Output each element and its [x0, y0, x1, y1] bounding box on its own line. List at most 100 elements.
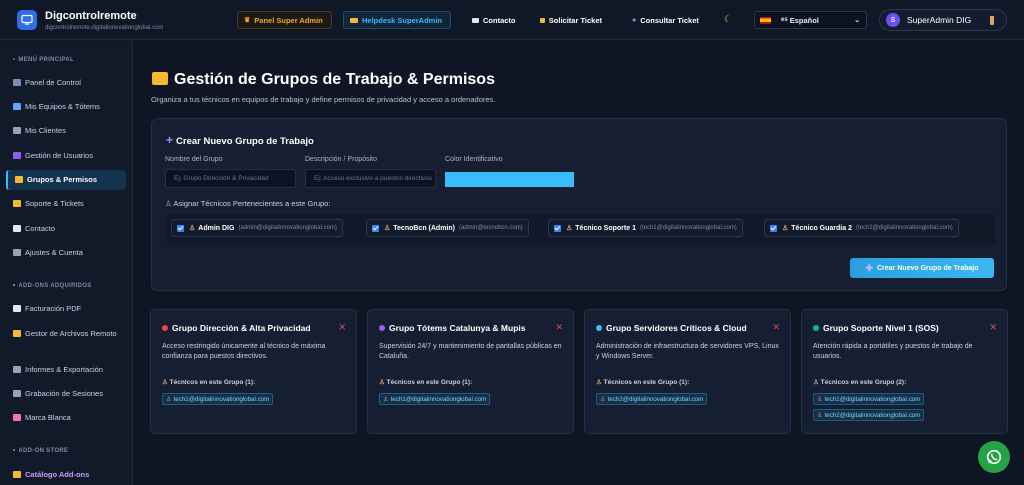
logout-icon[interactable]	[990, 16, 994, 25]
member-chip: ♙ tech1@digitalinnovationglobal.com	[162, 393, 274, 405]
delete-group-icon[interactable]: ✕	[772, 322, 780, 333]
technician-icon: ♙	[379, 379, 387, 386]
store-icon: •	[13, 448, 16, 454]
addon-icon	[13, 330, 21, 337]
technician-icon: ♙	[600, 395, 606, 403]
language-select[interactable]: es Español ⌄	[754, 11, 867, 29]
color-label: Color Identificativo	[445, 156, 503, 163]
user-menu[interactable]: S SuperAdmin DIG	[879, 9, 1007, 31]
sparkle-icon	[13, 471, 21, 478]
checkbox-icon[interactable]	[177, 224, 184, 232]
group-description: Atención rápida a portátiles y puestos d…	[813, 343, 973, 360]
member-chip: ♙ tech1@digitalinnovationglobal.com	[813, 393, 925, 405]
chevron-down-icon: ⌄	[854, 17, 860, 24]
sidebar-item-6[interactable]: Contacto	[6, 219, 126, 239]
group-description: Administración de infraestructura de ser…	[596, 343, 779, 360]
page-subtitle: Organiza a tus técnicos en equipos de tr…	[151, 95, 496, 104]
puzzle-icon: •	[13, 283, 16, 289]
sidebar-item-catalog[interactable]: Catálogo Add-ons	[6, 465, 126, 485]
sidebar-item-3[interactable]: Gestión de Usuarios	[6, 146, 126, 166]
request-ticket-link[interactable]: Solicitar Ticket	[534, 11, 608, 29]
addon-icon	[13, 305, 21, 312]
technician-icon: ♙	[384, 225, 391, 232]
folder-icon	[152, 72, 168, 85]
whatsapp-icon[interactable]	[978, 441, 1010, 473]
assign-label: ♙ Asignar Técnicos Pertenecientes a este…	[165, 199, 331, 208]
sidebar-addon-2[interactable]: Informes & Exportación	[6, 360, 126, 380]
menu-icon	[13, 249, 21, 256]
group-card: Grupo Tótems Catalunya & Mupis ✕ Supervisi…	[367, 309, 574, 434]
description-input[interactable]: Ej: Acceso exclusivo a puestos directivo…	[305, 169, 436, 188]
contact-link[interactable]: Contacto	[466, 11, 522, 29]
menu-icon	[15, 176, 23, 183]
technician-checkbox-2[interactable]: ♙ Técnico Soporte 1 (tech1@digitalinnovati…	[548, 219, 743, 237]
sidebar-addon-4[interactable]: Marca Blanca	[6, 408, 126, 428]
group-card: Grupo Soporte Nivel 1 (SOS) ✕ Atención ráp…	[801, 309, 1008, 434]
technician-icon: ♙	[566, 225, 573, 232]
brand-name[interactable]: Digcontrolremote	[45, 10, 137, 22]
monitor-logo-icon[interactable]	[17, 10, 37, 30]
group-description: Acceso restringido únicamente al técnico…	[162, 343, 326, 360]
create-group-button[interactable]: ✚ Crear Nuevo Grupo de Trabajo	[850, 258, 994, 278]
group-title: Grupo Soporte Nivel 1 (SOS)	[813, 323, 939, 333]
checkbox-icon[interactable]	[554, 224, 561, 232]
sidebar-item-7[interactable]: Ajustes & Cuenta	[6, 243, 126, 263]
group-card: Grupo Servidores Críticos & Cloud ✕ Admini…	[584, 309, 791, 434]
technician-icon: ♙	[813, 379, 821, 386]
technician-checkbox-0[interactable]: ♙ Admin DIG (admin@digitalinnovationglobal…	[171, 219, 343, 237]
form-title: + Crear Nuevo Grupo de Trabajo	[166, 133, 314, 147]
group-members-label: ♙ Técnicos en este Grupo (1):	[596, 379, 690, 386]
crown-icon: ♛	[244, 17, 251, 24]
sidebar-item-0[interactable]: Panel de Control	[6, 73, 126, 93]
technician-icon: ♙	[596, 379, 604, 386]
menu-icon	[13, 103, 21, 110]
checkbox-icon[interactable]	[770, 224, 777, 232]
checkbox-icon[interactable]	[372, 224, 379, 232]
technician-checkbox-3[interactable]: ♙ Técnico Guardia 2 (tech2@digitalinnovati…	[764, 219, 959, 237]
section-main: • MENÚ PRINCIPAL	[13, 57, 74, 63]
section-addons: • ADD-ONS ADQUIRIDOS	[13, 283, 92, 289]
delete-group-icon[interactable]: ✕	[989, 322, 997, 333]
technician-icon: ♙	[383, 395, 389, 403]
helpdesk-button[interactable]: Helpdesk SuperAdmin	[343, 11, 451, 29]
ticket-icon	[540, 17, 545, 23]
member-chip: ♙ tech2@digitalinnovationglobal.com	[596, 393, 708, 405]
moon-icon[interactable]: ☾	[724, 14, 732, 25]
addon-icon	[13, 390, 21, 397]
addon-icon	[13, 366, 21, 373]
avatar: S	[886, 13, 900, 27]
check-ticket-link[interactable]: ● Consultar Ticket	[626, 11, 706, 29]
plus-icon: ✚	[865, 262, 873, 273]
group-members-label: ♙ Técnicos en este Grupo (2):	[813, 379, 907, 386]
sidebar-item-1[interactable]: Mis Equipos & Tótems	[6, 97, 126, 117]
addon-icon	[13, 414, 21, 421]
menu-icon	[13, 79, 21, 86]
sidebar-item-5[interactable]: Soporte & Tickets	[6, 194, 126, 214]
sidebar-addon-3[interactable]: Grabación de Sesiones	[6, 384, 126, 404]
menu-icon	[13, 127, 21, 134]
group-name-input[interactable]: Ej: Grupo Dirección & Privacidad	[165, 169, 296, 188]
description-label: Descripción / Propósito	[305, 156, 377, 163]
color-dot	[162, 325, 168, 331]
color-picker[interactable]	[445, 172, 574, 187]
technician-icon: ♙	[162, 379, 170, 386]
color-dot	[596, 325, 602, 331]
technician-checkbox-1[interactable]: ♙ TecnoBcn (Admin) (admin@tecnobcn.com)	[366, 219, 529, 237]
group-title: Grupo Dirección & Alta Privacidad	[162, 323, 311, 333]
group-title: Grupo Tótems Catalunya & Mupis	[379, 323, 526, 333]
sidebar-addon-0[interactable]: Facturación PDF	[6, 299, 126, 319]
technician-icon: ♙	[782, 225, 789, 232]
panel-super-admin-button[interactable]: ♛ Panel Super Admin	[237, 11, 332, 29]
technician-icon: ♙	[817, 411, 823, 419]
delete-group-icon[interactable]: ✕	[338, 322, 346, 333]
section-store: • ADD-ON STORE	[13, 448, 69, 454]
sidebar-item-4[interactable]: Grupos & Permisos	[6, 170, 126, 190]
sidebar-addon-1[interactable]: Gestor de Archivos Remoto	[6, 324, 126, 344]
delete-group-icon[interactable]: ✕	[555, 322, 563, 333]
group-title: Grupo Servidores Críticos & Cloud	[596, 323, 747, 333]
create-group-panel: + Crear Nuevo Grupo de Trabajo Nombre del…	[151, 118, 1007, 291]
group-name-label: Nombre del Grupo	[165, 156, 223, 163]
mail-icon	[472, 17, 479, 23]
sidebar: • MENÚ PRINCIPAL Panel de Control Mis Equi…	[0, 41, 133, 485]
sidebar-item-2[interactable]: Mis Clientes	[6, 121, 126, 141]
